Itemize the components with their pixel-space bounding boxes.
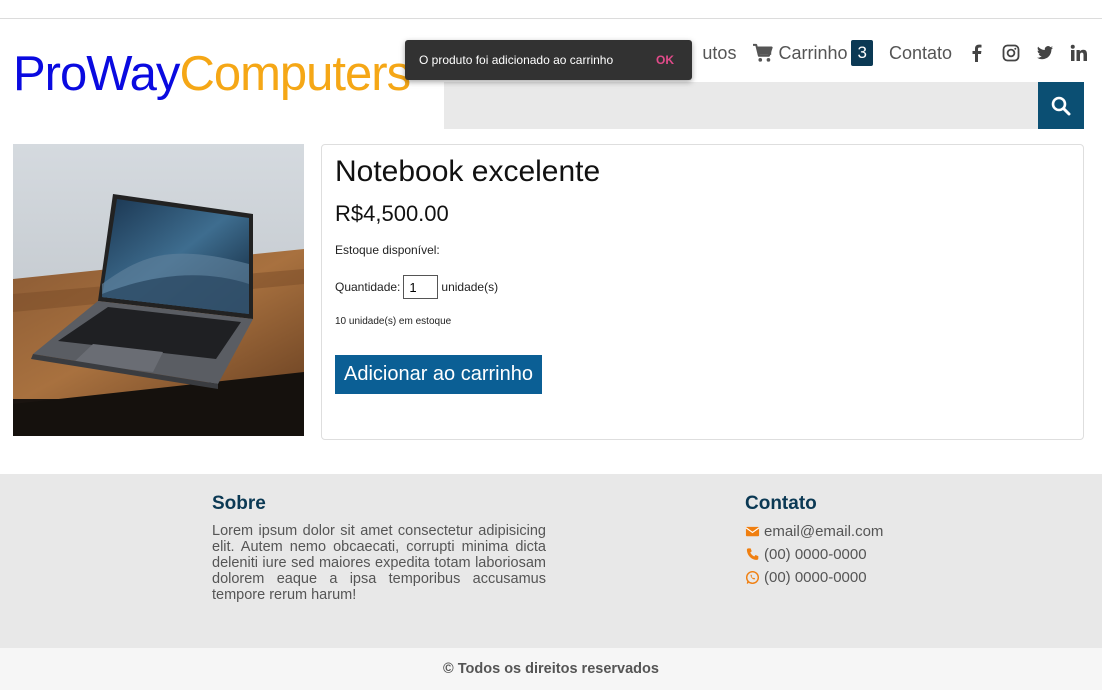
site-footer: Sobre Lorem ipsum dolor sit amet consect… [0, 474, 1102, 648]
phone-icon [746, 548, 759, 560]
toast-message: O produto foi adicionado ao carrinho [419, 53, 614, 67]
linkedin-icon[interactable] [1070, 44, 1088, 62]
footer-whatsapp[interactable]: (00) 0000-0000 [745, 569, 883, 586]
footer-about-section: Sobre Lorem ipsum dolor sit amet consect… [212, 493, 546, 603]
search-icon [1051, 96, 1071, 115]
quantity-label: Quantidade: [335, 280, 401, 294]
stock-count-text: 10 unidade(s) em estoque [335, 316, 452, 327]
logo-part-proway: ProWay [13, 47, 180, 101]
footer-whatsapp-text: (00) 0000-0000 [764, 569, 867, 586]
footer-email[interactable]: email@email.com [745, 523, 883, 540]
add-to-cart-button[interactable]: Adicionar ao carrinho [335, 355, 542, 394]
top-divider [0, 18, 1102, 19]
cart-icon [753, 43, 774, 62]
instagram-icon[interactable] [1002, 44, 1020, 62]
product-title: Notebook excelente [335, 155, 601, 188]
product-details-card: Notebook excelente R$4,500.00 Estoque di… [321, 144, 1084, 440]
facebook-icon[interactable] [968, 44, 986, 62]
footer-email-text: email@email.com [764, 523, 884, 540]
nav-produtos-link[interactable]: utos [702, 43, 736, 64]
copyright-bar: © Todos os direitos reservados [0, 648, 1102, 690]
footer-phone[interactable]: (00) 0000-0000 [745, 546, 883, 563]
nav-cart-label: Carrinho [778, 42, 848, 63]
logo-part-computers: Computers [179, 47, 411, 101]
quantity-row: Quantidade: unidade(s) [335, 275, 1070, 299]
product-image [13, 144, 304, 436]
quantity-input[interactable] [403, 275, 439, 299]
product-price: R$4,500.00 [335, 201, 449, 226]
nav-contato-link[interactable]: Contato [889, 43, 952, 64]
footer-contact-title: Contato [745, 493, 817, 514]
nav-cart-link[interactable]: Carrinho 3 [752, 40, 873, 66]
twitter-icon[interactable] [1036, 44, 1054, 62]
unit-label: unidade(s) [441, 280, 499, 294]
envelope-icon [745, 526, 760, 537]
search-button[interactable] [1038, 82, 1084, 129]
footer-contact-section: Contato email@email.com (00) 0000-0000 (… [745, 493, 883, 592]
footer-phone-text: (00) 0000-0000 [764, 546, 867, 563]
laptop-photo [13, 144, 304, 436]
footer-about-text: Lorem ipsum dolor sit amet consectetur a… [212, 523, 546, 603]
top-nav: utos Carrinho 3 Contato [686, 40, 1088, 66]
search-input[interactable] [444, 82, 1038, 129]
toast-ok-button[interactable]: OK [656, 53, 674, 67]
footer-about-title: Sobre [212, 493, 266, 514]
stock-available-label: Estoque disponível: [335, 243, 440, 257]
site-logo[interactable]: ProWayComputers [13, 47, 411, 102]
toast-notification: O produto foi adicionado ao carrinho OK [405, 40, 692, 80]
whatsapp-icon [745, 570, 760, 585]
cart-count-badge: 3 [851, 40, 873, 66]
